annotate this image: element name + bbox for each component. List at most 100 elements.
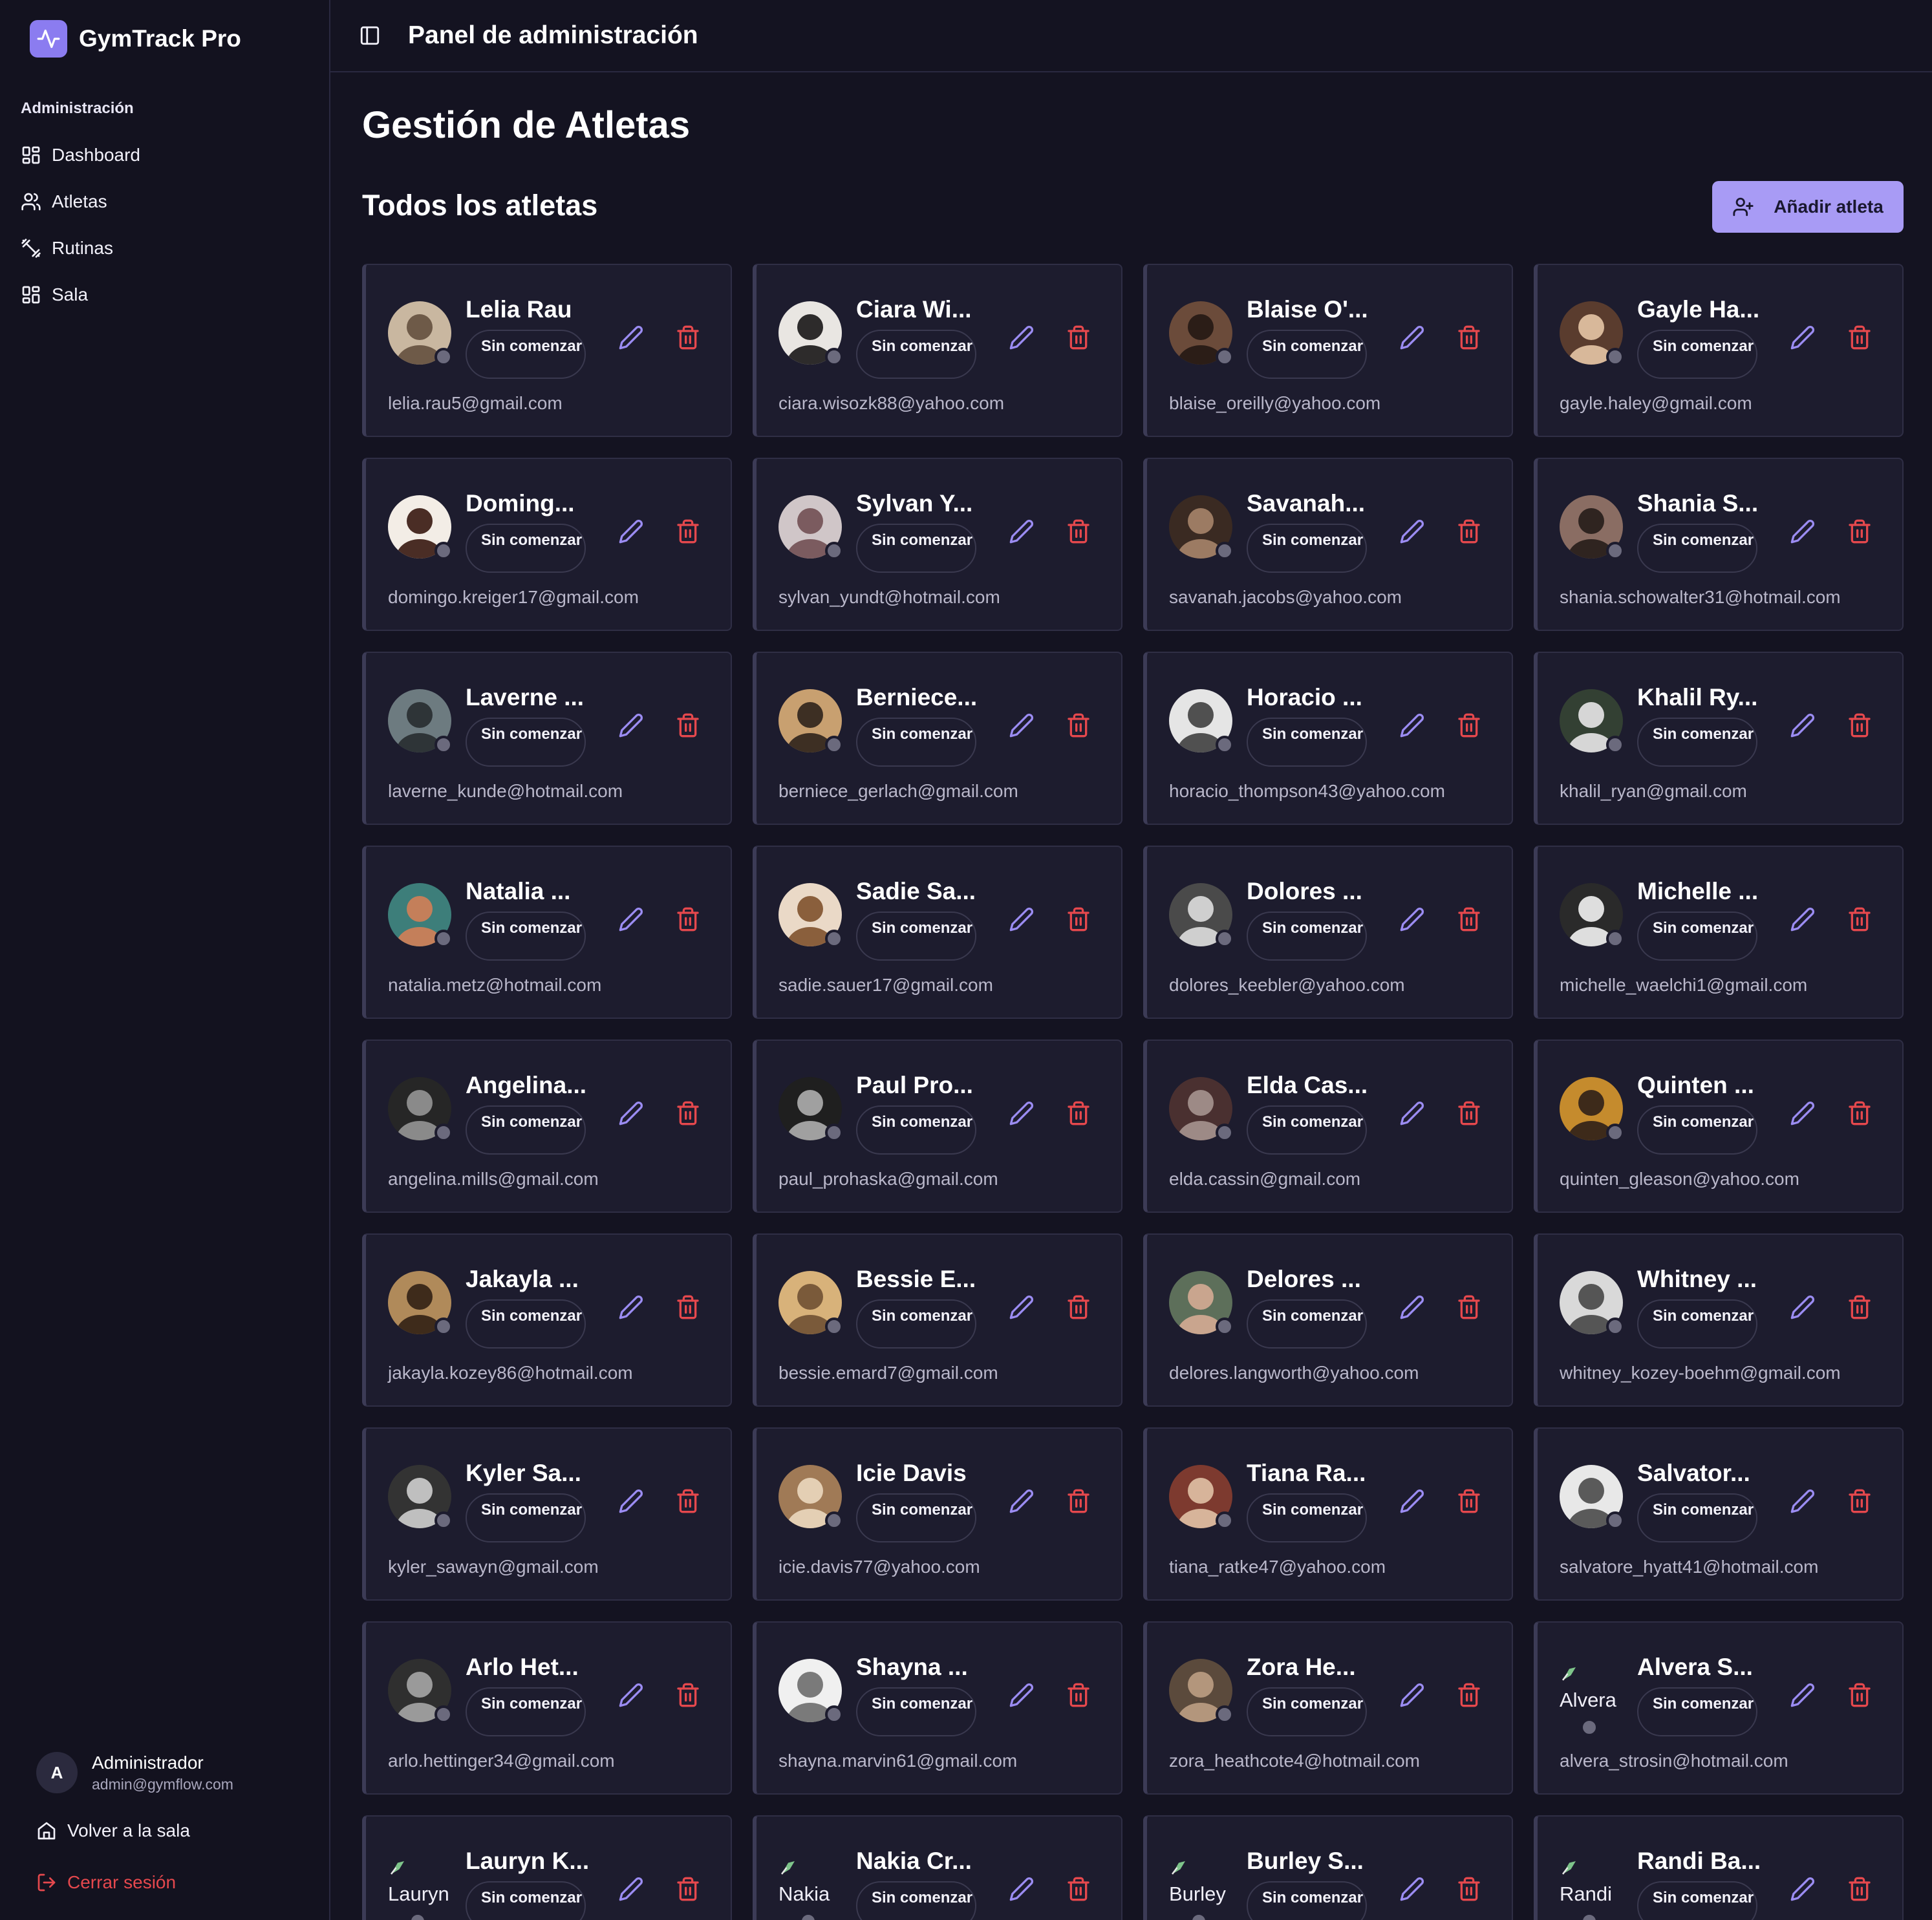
trash-icon[interactable] [675, 1100, 701, 1126]
edit-icon[interactable] [1399, 906, 1425, 932]
edit-icon[interactable] [1790, 325, 1816, 350]
athlete-card[interactable]: Khalil Ry... Sin comenzar khalil_ryan@gm… [1534, 652, 1904, 825]
athlete-card[interactable]: Paul Pro... Sin comenzar paul_prohaska@g… [753, 1040, 1122, 1213]
edit-icon[interactable] [1790, 1100, 1816, 1126]
trash-icon[interactable] [1456, 518, 1482, 544]
trash-icon[interactable] [675, 1876, 701, 1902]
athlete-card[interactable]: Sadie Sa... Sin comenzar sadie.sauer17@g… [753, 846, 1122, 1019]
trash-icon[interactable] [675, 906, 701, 932]
athlete-card[interactable]: Arlo Het... Sin comenzar arlo.hettinger3… [362, 1621, 732, 1795]
edit-icon[interactable] [1399, 1294, 1425, 1320]
athlete-card[interactable]: Alvera Alvera S... Sin comenzar alvera_s… [1534, 1621, 1904, 1795]
athlete-card[interactable]: Doming... Sin comenzar domingo.kreiger17… [362, 458, 732, 631]
trash-icon[interactable] [1847, 1876, 1873, 1902]
athlete-card[interactable]: Michelle ... Sin comenzar michelle_waelc… [1534, 846, 1904, 1019]
trash-icon[interactable] [1847, 1100, 1873, 1126]
trash-icon[interactable] [1847, 906, 1873, 932]
athlete-card[interactable]: Jakayla ... Sin comenzar jakayla.kozey86… [362, 1233, 732, 1407]
athlete-card[interactable]: Burley Burley S... Sin comenzar [1143, 1815, 1513, 1920]
edit-icon[interactable] [1009, 1294, 1035, 1320]
edit-icon[interactable] [1009, 1682, 1035, 1708]
edit-icon[interactable] [1790, 518, 1816, 544]
edit-icon[interactable] [1399, 325, 1425, 350]
edit-icon[interactable] [618, 518, 644, 544]
sidebar-toggle-icon[interactable] [359, 25, 381, 47]
trash-icon[interactable] [1456, 1294, 1482, 1320]
edit-icon[interactable] [1399, 1100, 1425, 1126]
edit-icon[interactable] [1009, 712, 1035, 738]
athlete-card[interactable]: Zora He... Sin comenzar zora_heathcote4@… [1143, 1621, 1513, 1795]
edit-icon[interactable] [1009, 1100, 1035, 1126]
athlete-card[interactable]: Shayna ... Sin comenzar shayna.marvin61@… [753, 1621, 1122, 1795]
edit-icon[interactable] [1399, 518, 1425, 544]
athlete-card[interactable]: Horacio ... Sin comenzar horacio_thompso… [1143, 652, 1513, 825]
trash-icon[interactable] [1847, 518, 1873, 544]
trash-icon[interactable] [1456, 325, 1482, 350]
trash-icon[interactable] [1066, 1876, 1091, 1902]
trash-icon[interactable] [675, 1488, 701, 1514]
edit-icon[interactable] [1009, 1488, 1035, 1514]
athlete-card[interactable]: Tiana Ra... Sin comenzar tiana_ratke47@y… [1143, 1427, 1513, 1601]
back-to-gym-link[interactable]: Volver a la sala [36, 1820, 190, 1841]
sidebar-item-atletas[interactable]: Atletas [21, 178, 140, 225]
athlete-card[interactable]: Sylvan Y... Sin comenzar sylvan_yundt@ho… [753, 458, 1122, 631]
logout-link[interactable]: Cerrar sesión [36, 1872, 176, 1893]
sidebar-item-sala[interactable]: Sala [21, 272, 140, 318]
edit-icon[interactable] [618, 1488, 644, 1514]
trash-icon[interactable] [1847, 1294, 1873, 1320]
athlete-card[interactable]: Whitney ... Sin comenzar whitney_kozey-b… [1534, 1233, 1904, 1407]
edit-icon[interactable] [618, 1876, 644, 1902]
edit-icon[interactable] [1399, 1682, 1425, 1708]
trash-icon[interactable] [1456, 1488, 1482, 1514]
trash-icon[interactable] [1066, 518, 1091, 544]
edit-icon[interactable] [1009, 906, 1035, 932]
trash-icon[interactable] [675, 518, 701, 544]
edit-icon[interactable] [1009, 325, 1035, 350]
edit-icon[interactable] [618, 712, 644, 738]
athlete-card[interactable]: Icie Davis Sin comenzar icie.davis77@yah… [753, 1427, 1122, 1601]
add-athlete-button[interactable]: Añadir atleta [1712, 181, 1904, 233]
sidebar-item-dashboard[interactable]: Dashboard [21, 132, 140, 178]
trash-icon[interactable] [1066, 1682, 1091, 1708]
athlete-card[interactable]: Laverne ... Sin comenzar laverne_kunde@h… [362, 652, 732, 825]
trash-icon[interactable] [675, 1682, 701, 1708]
trash-icon[interactable] [1066, 1488, 1091, 1514]
edit-icon[interactable] [618, 1682, 644, 1708]
edit-icon[interactable] [1790, 1488, 1816, 1514]
athlete-card[interactable]: Delores ... Sin comenzar delores.langwor… [1143, 1233, 1513, 1407]
edit-icon[interactable] [1009, 1876, 1035, 1902]
athlete-card[interactable]: Blaise O'... Sin comenzar blaise_oreilly… [1143, 264, 1513, 437]
athlete-card[interactable]: Savanah... Sin comenzar savanah.jacobs@y… [1143, 458, 1513, 631]
edit-icon[interactable] [1790, 906, 1816, 932]
edit-icon[interactable] [1790, 1876, 1816, 1902]
trash-icon[interactable] [1456, 712, 1482, 738]
athlete-card[interactable]: Salvator... Sin comenzar salvatore_hyatt… [1534, 1427, 1904, 1601]
athlete-card[interactable]: Bessie E... Sin comenzar bessie.emard7@g… [753, 1233, 1122, 1407]
trash-icon[interactable] [1066, 325, 1091, 350]
edit-icon[interactable] [618, 325, 644, 350]
user-profile[interactable]: A Administrador admin@gymflow.com [36, 1752, 233, 1793]
trash-icon[interactable] [675, 712, 701, 738]
athlete-card[interactable]: Kyler Sa... Sin comenzar kyler_sawayn@gm… [362, 1427, 732, 1601]
trash-icon[interactable] [1456, 1682, 1482, 1708]
trash-icon[interactable] [1847, 712, 1873, 738]
trash-icon[interactable] [1456, 1876, 1482, 1902]
athlete-card[interactable]: Lelia Rau Sin comenzar lelia.rau5@gmail.… [362, 264, 732, 437]
athlete-card[interactable]: Berniece... Sin comenzar berniece_gerlac… [753, 652, 1122, 825]
edit-icon[interactable] [1790, 1682, 1816, 1708]
trash-icon[interactable] [1847, 1682, 1873, 1708]
trash-icon[interactable] [675, 1294, 701, 1320]
athlete-card[interactable]: Angelina... Sin comenzar angelina.mills@… [362, 1040, 732, 1213]
athlete-card[interactable]: Lauryn Lauryn K... Sin comenzar [362, 1815, 732, 1920]
trash-icon[interactable] [1066, 712, 1091, 738]
athlete-card[interactable]: Elda Cas... Sin comenzar elda.cassin@gma… [1143, 1040, 1513, 1213]
trash-icon[interactable] [1847, 1488, 1873, 1514]
edit-icon[interactable] [1399, 1876, 1425, 1902]
edit-icon[interactable] [1790, 712, 1816, 738]
trash-icon[interactable] [1066, 1294, 1091, 1320]
trash-icon[interactable] [1847, 325, 1873, 350]
athlete-card[interactable]: Shania S... Sin comenzar shania.schowalt… [1534, 458, 1904, 631]
edit-icon[interactable] [618, 1294, 644, 1320]
athlete-card[interactable]: Dolores ... Sin comenzar dolores_keebler… [1143, 846, 1513, 1019]
edit-icon[interactable] [1009, 518, 1035, 544]
